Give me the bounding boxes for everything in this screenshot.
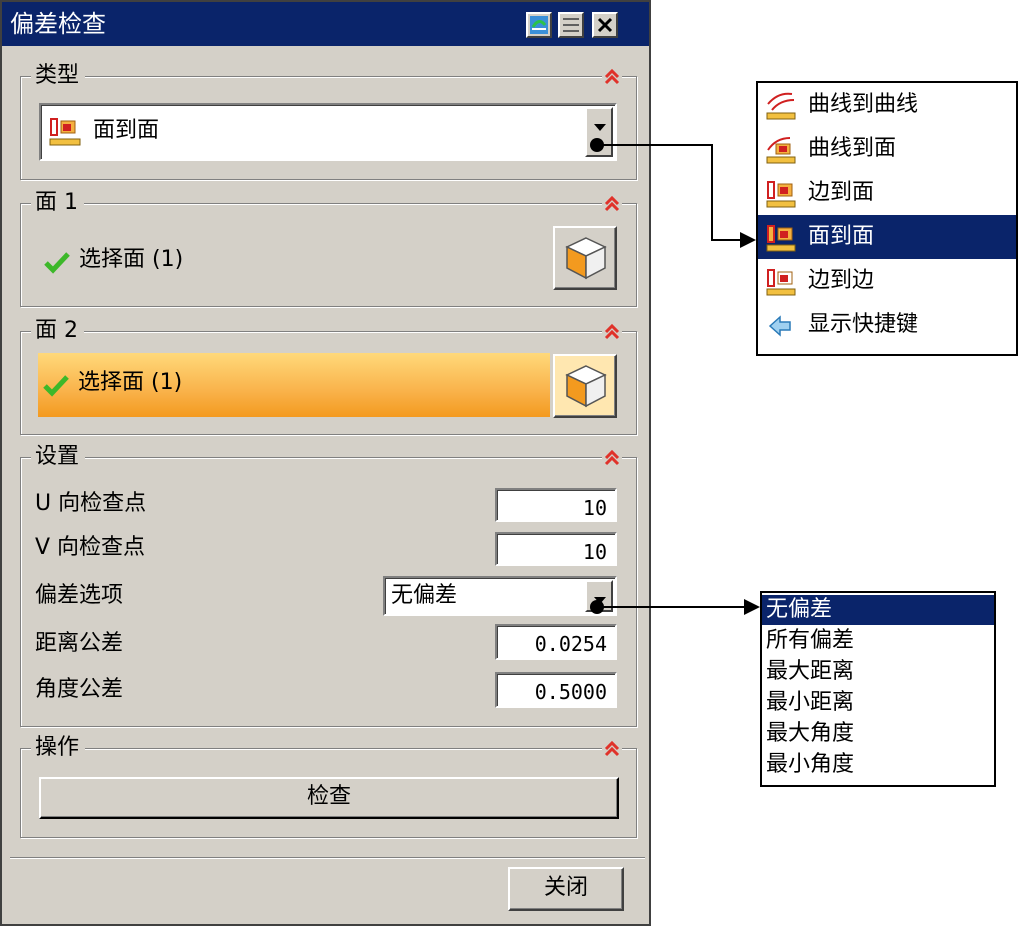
edge-to-face-icon	[766, 181, 796, 208]
type-dropdown-list: 曲线到曲线 曲线到面 边到面 面到面 边到边 显示快捷键	[756, 81, 1018, 356]
type-callout-arrow	[740, 232, 756, 248]
arrow-left-icon	[768, 315, 791, 337]
deviation-option-none[interactable]: 无偏差	[762, 595, 994, 625]
type-option-label: 曲线到曲线	[808, 92, 919, 117]
deviation-option-min-distance[interactable]: 最小距离	[762, 688, 994, 718]
deviation-dropdown-list: 无偏差 所有偏差 最大距离 最小距离 最大角度 最小角度	[760, 591, 996, 787]
type-option-curve-to-curve[interactable]: 曲线到曲线	[758, 83, 1016, 127]
type-option-edge-to-edge[interactable]: 边到边	[758, 259, 1016, 303]
type-option-curve-to-face[interactable]: 曲线到面	[758, 127, 1016, 171]
deviation-option-all[interactable]: 所有偏差	[762, 626, 994, 656]
type-option-face-to-face[interactable]: 面到面	[758, 215, 1016, 259]
face-to-face-icon	[766, 225, 796, 252]
edge-to-edge-icon	[766, 269, 796, 296]
type-option-label: 边到面	[808, 180, 875, 205]
type-option-edge-to-face[interactable]: 边到面	[758, 171, 1016, 215]
curve-to-face-icon	[766, 137, 796, 164]
type-option-label: 边到边	[808, 268, 875, 293]
type-option-label: 显示快捷键	[808, 312, 919, 337]
curve-to-curve-icon	[766, 92, 796, 120]
type-option-label: 面到面	[808, 224, 875, 249]
deviation-option-max-distance[interactable]: 最大距离	[762, 657, 994, 687]
type-callout-line	[597, 144, 740, 241]
deviation-option-min-angle[interactable]: 最小角度	[762, 750, 994, 780]
deviation-callout-arrow	[744, 599, 760, 615]
deviation-option-max-angle[interactable]: 最大角度	[762, 719, 994, 749]
type-option-label: 曲线到面	[808, 136, 897, 161]
type-option-show-shortcuts[interactable]: 显示快捷键	[758, 303, 1016, 347]
